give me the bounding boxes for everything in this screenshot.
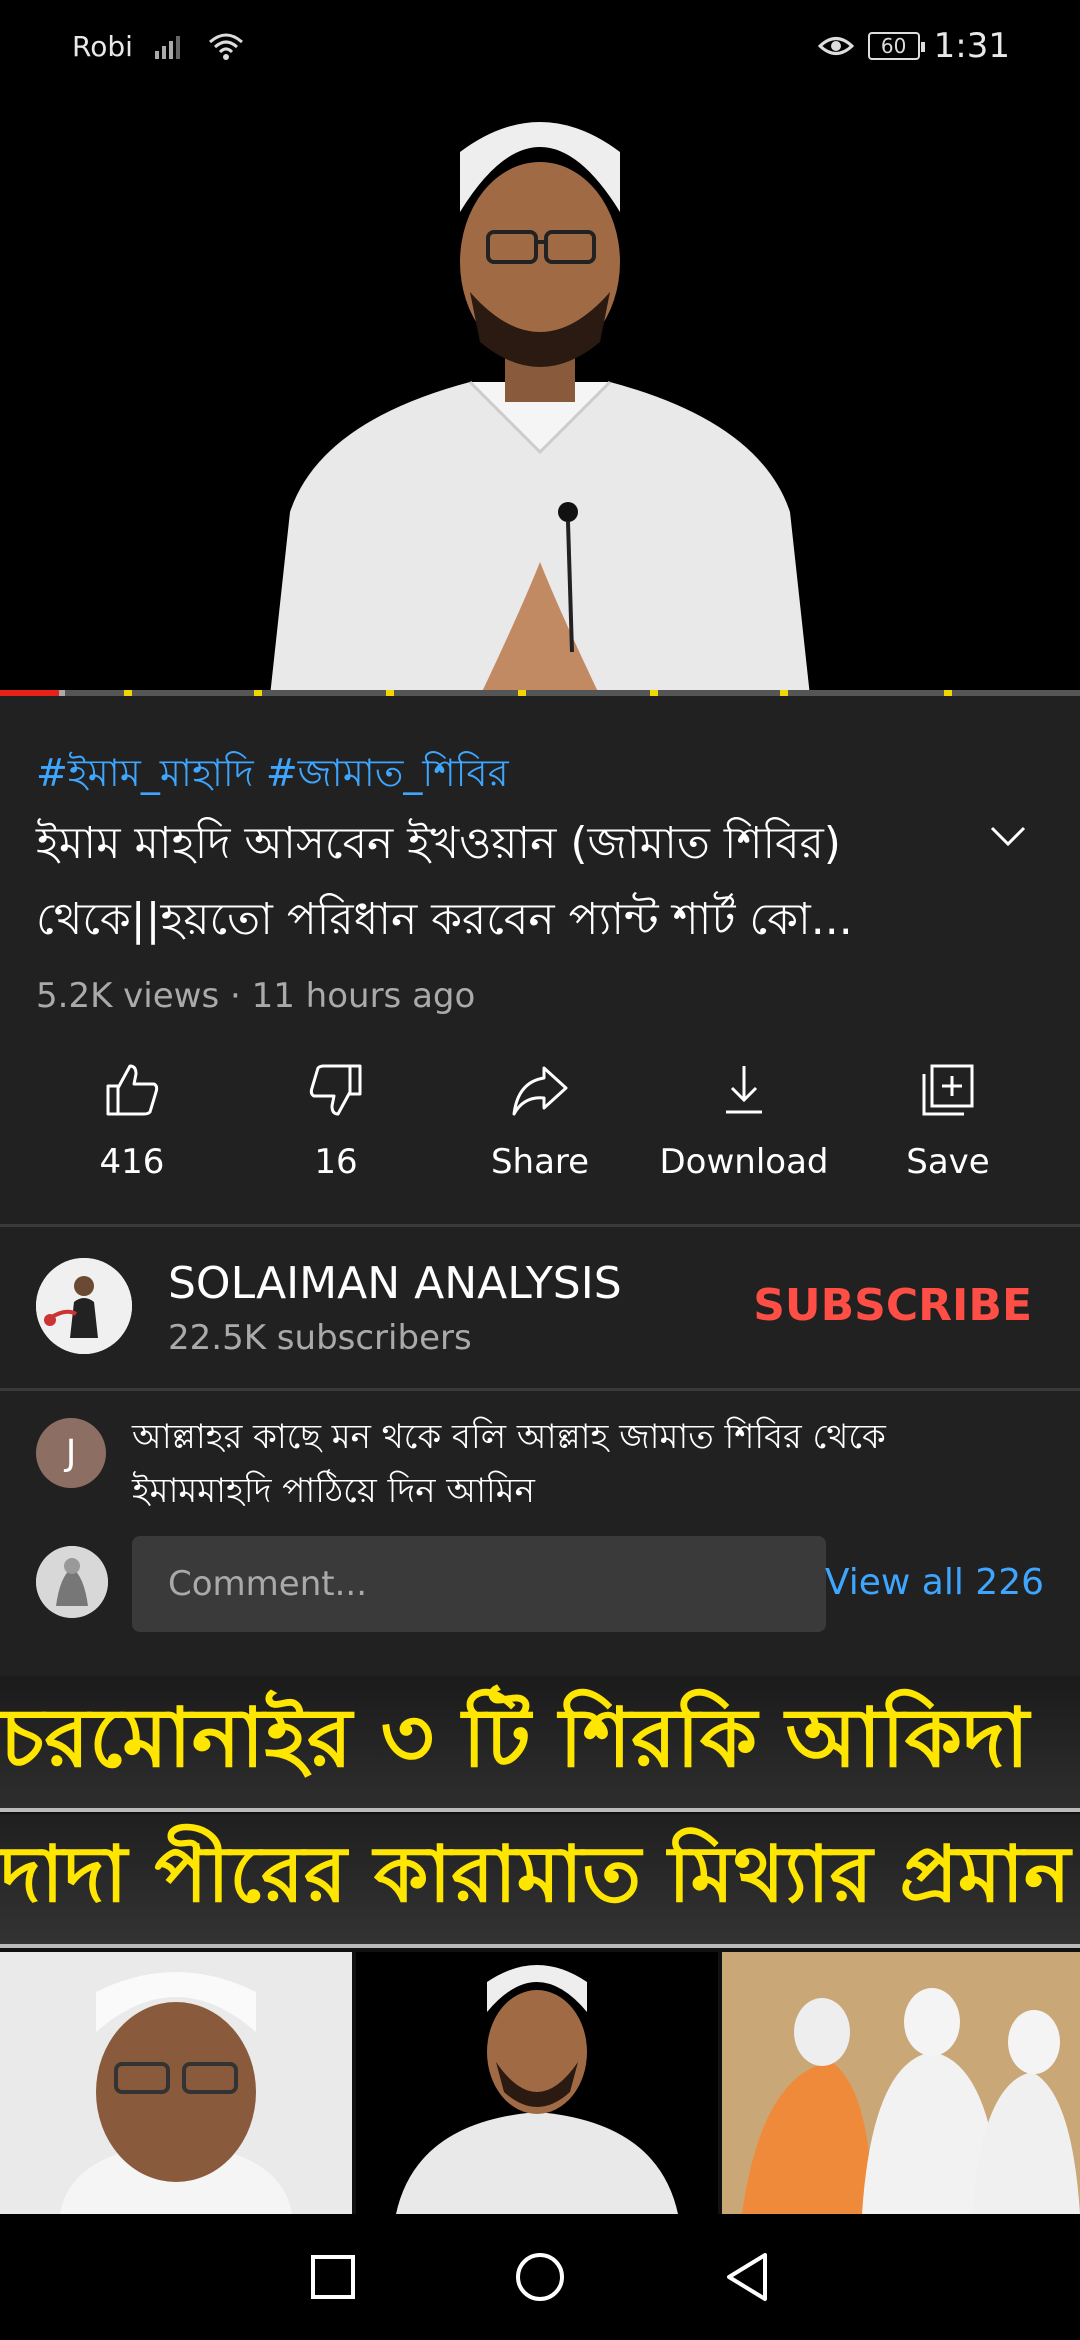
thumbnail-panel-right: [722, 1952, 1080, 2214]
clock: 1:31: [933, 26, 1010, 66]
download-button[interactable]: Download: [642, 1046, 846, 1186]
channel-avatar[interactable]: [36, 1258, 132, 1354]
video-frame: [0, 92, 1080, 696]
channel-name[interactable]: SOLAIMAN ANALYSIS: [168, 1258, 622, 1309]
video-player[interactable]: [0, 92, 1080, 696]
eye-icon: [817, 37, 854, 55]
progress-fill: [0, 690, 60, 696]
share-button[interactable]: Share: [438, 1046, 642, 1186]
chevron-down-icon[interactable]: [988, 816, 1028, 856]
divider: [0, 1224, 1080, 1227]
hashtags-link[interactable]: #ইমাম_মাহাদি #জামাত_শিবির: [36, 744, 509, 808]
ad-marker: [254, 690, 262, 696]
like-icon: [106, 1064, 159, 1116]
subscribe-button[interactable]: SUBSCRIBE: [753, 1280, 1032, 1331]
save-label: Save: [906, 1142, 990, 1182]
battery-icon: 60: [867, 32, 925, 60]
thumbnail-rule: [0, 1944, 1080, 1948]
dislike-button[interactable]: 16: [234, 1046, 438, 1186]
next-video-thumbnail[interactable]: চরমোনাইর ৩ টি শিরকি আকিদা দাদা পীরের কার…: [0, 1676, 1080, 2214]
video-title[interactable]: ইমাম মাহদি আসবেন ইখওয়ান (জামাত শিবির) থ…: [36, 806, 936, 958]
comments-section[interactable]: J আল্লাহর কাছে মন থকে বলি আল্লাহ জামাত শ…: [0, 1392, 1080, 1652]
ad-marker: [780, 690, 788, 696]
subscriber-count: 22.5K subscribers: [168, 1318, 472, 1358]
thumbnail-panel-center: [356, 1952, 718, 2214]
back-triangle-icon[interactable]: [719, 2249, 775, 2305]
video-meta: 5.2K views · 11 hours ago: [36, 976, 476, 1016]
share-icon: [512, 1066, 568, 1116]
video-progress-bar[interactable]: [0, 690, 1080, 696]
ad-marker: [124, 690, 132, 696]
ad-marker: [518, 690, 526, 696]
circle-nav-icon[interactable]: [512, 2249, 568, 2305]
divider: [0, 1388, 1080, 1391]
thumbnail-rule: [0, 1808, 1080, 1812]
wifi-icon: [208, 33, 243, 60]
channel-row[interactable]: SOLAIMAN ANALYSIS 22.5K subscribers SUBS…: [0, 1228, 1080, 1388]
user-avatar: [36, 1546, 108, 1618]
action-bar: 416 16 Share Download Save: [0, 1046, 1080, 1186]
ad-marker: [650, 690, 658, 696]
like-button[interactable]: 416: [30, 1046, 234, 1186]
signal-icon: [154, 36, 180, 59]
square-nav-icon[interactable]: [305, 2249, 361, 2305]
system-nav-bar: [0, 2214, 1080, 2340]
status-bar: Robi 60 1:31: [0, 0, 1080, 92]
channel-avatar-image: [36, 1258, 132, 1354]
like-count: 416: [99, 1142, 165, 1182]
ad-marker: [944, 690, 952, 696]
view-all-comments-link[interactable]: View all 226: [825, 1562, 1044, 1603]
save-button[interactable]: Save: [846, 1046, 1050, 1186]
ad-marker: [386, 690, 394, 696]
save-icon: [922, 1064, 974, 1116]
download-icon: [726, 1066, 762, 1114]
commenter-avatar: J: [36, 1418, 106, 1488]
carrier-name: Robi: [72, 29, 133, 63]
thumbnail-headline-2: দাদা পীরের কারামাত মিথ্যার প্রমান: [0, 1814, 1080, 1944]
user-avatar-image: [36, 1546, 108, 1618]
share-label: Share: [490, 1142, 590, 1182]
thumbnail-headline-1: চরমোনাইর ৩ টি শিরকি আকিদা: [0, 1676, 1080, 1810]
dislike-icon: [309, 1064, 362, 1116]
thumbnail-panel-left: [0, 1952, 352, 2214]
dislike-count: 16: [314, 1142, 358, 1182]
comment-input[interactable]: Comment...: [132, 1536, 826, 1632]
top-comment-text[interactable]: আল্লাহর কাছে মন থকে বলি আল্লাহ জামাত শিব…: [132, 1410, 1012, 1518]
download-label: Download: [659, 1142, 829, 1182]
